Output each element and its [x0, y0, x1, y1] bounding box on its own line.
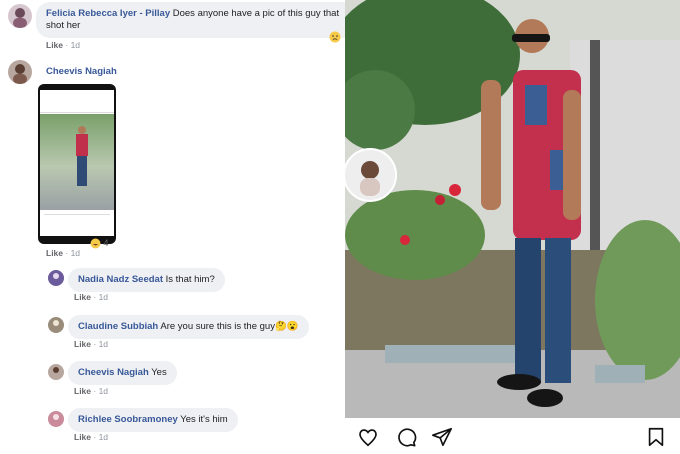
facebook-comments-panel: Felicia Rebecca Iyer - Pillay Does anyon…: [0, 0, 356, 454]
comment-meta: Like · 1d: [74, 292, 109, 302]
comment-author[interactable]: Felicia Rebecca Iyer - Pillay: [46, 8, 170, 19]
attached-screenshot[interactable]: [38, 84, 116, 244]
photo-scene: [345, 0, 680, 418]
send-icon[interactable]: [431, 426, 453, 448]
post-photo[interactable]: [345, 0, 680, 418]
phone-header: [40, 90, 114, 113]
comment-text: Yes: [151, 367, 167, 378]
comment-bubble: Richlee Soobramoney Yes it's him: [68, 408, 238, 432]
heart-icon[interactable]: [357, 426, 379, 448]
avatar[interactable]: [8, 60, 32, 84]
comment-text: Is that him?: [165, 274, 215, 285]
bookmark-icon[interactable]: [645, 426, 667, 448]
post-action-bar: [345, 418, 680, 454]
reaction-summary[interactable]: 4: [90, 238, 109, 249]
mini-person-icon: [76, 126, 88, 186]
phone-actions: [44, 214, 110, 233]
comment-meta: Like · 1d: [74, 339, 109, 349]
phone-screen: [40, 90, 114, 236]
like-link[interactable]: Like: [74, 432, 91, 442]
comment-author[interactable]: Richlee Soobramoney: [78, 414, 178, 425]
avatar-photo-icon: [53, 320, 59, 326]
comment-time[interactable]: 1d: [99, 386, 108, 396]
comment-bubble: Nadia Nadz Seedat Is that him?: [68, 268, 225, 292]
reaction-count: 4: [103, 238, 109, 248]
comment-time[interactable]: 1d: [99, 292, 108, 302]
comment-text: Yes it's him: [180, 414, 228, 425]
avatar-photo-icon: [53, 273, 59, 279]
comment-time[interactable]: 1d: [71, 248, 80, 258]
like-link[interactable]: Like: [74, 339, 91, 349]
comment-author[interactable]: Cheevis Nagiah: [78, 367, 149, 378]
comment-bubble: Cheevis Nagiah Yes: [68, 361, 177, 385]
like-link[interactable]: Like: [46, 40, 63, 50]
comment-bubble: Felicia Rebecca Iyer - Pillay Does anyon…: [36, 2, 356, 38]
like-link[interactable]: Like: [74, 386, 91, 396]
avatar[interactable]: [48, 411, 64, 427]
comment-time[interactable]: 1d: [99, 339, 108, 349]
comment-icon[interactable]: [395, 426, 417, 448]
comment-meta: Like · 1d: [46, 248, 81, 258]
comment-author[interactable]: Claudine Subbiah: [78, 321, 158, 332]
comment-text: Are you sure this is the guy🤔😮: [160, 321, 299, 332]
comment-bubble: Claudine Subbiah Are you sure this is th…: [68, 315, 309, 339]
comment-time[interactable]: 1d: [99, 432, 108, 442]
comment-meta: Like · 1d: [46, 40, 81, 50]
avatar-photo-icon: [53, 367, 59, 373]
comment-time[interactable]: 1d: [71, 40, 80, 50]
comment-meta: Like · 1d: [74, 432, 109, 442]
comment-meta: Like · 1d: [74, 386, 109, 396]
avatar-photo-icon: [53, 414, 59, 420]
avatar[interactable]: [48, 270, 64, 286]
avatar-photo-icon: [13, 8, 27, 28]
haha-emoji-icon: [90, 238, 101, 249]
avatar[interactable]: [48, 364, 64, 380]
like-link[interactable]: Like: [74, 292, 91, 302]
avatar[interactable]: [48, 317, 64, 333]
instagram-post: [345, 0, 680, 454]
comment-author[interactable]: Nadia Nadz Seedat: [78, 274, 163, 285]
sad-emoji-icon: [329, 31, 341, 43]
avatar-photo-icon: [13, 64, 27, 84]
comment-author[interactable]: Cheevis Nagiah: [46, 66, 117, 77]
like-link[interactable]: Like: [46, 248, 63, 258]
avatar[interactable]: [8, 4, 32, 28]
mini-photo: [40, 114, 114, 210]
